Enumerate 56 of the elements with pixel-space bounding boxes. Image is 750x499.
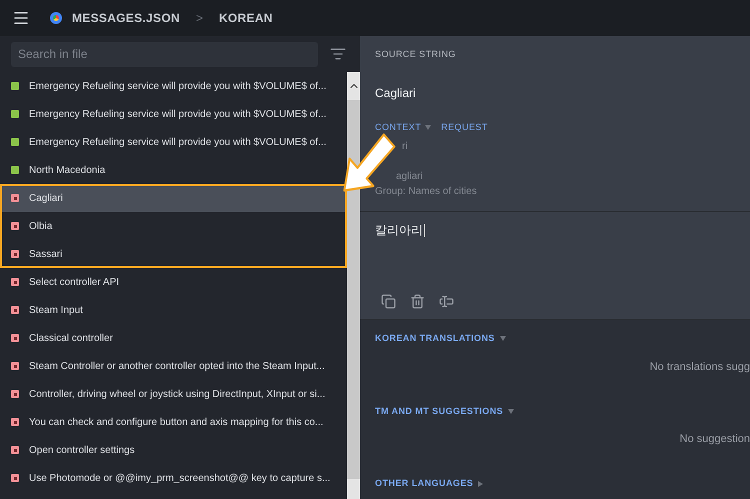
string-row[interactable]: Emergency Refueling service will provide you with $VOLUME$ of... — [0, 128, 347, 156]
menu-icon[interactable] — [12, 9, 30, 27]
section-heading: SOURCE STRING — [375, 48, 457, 61]
string-row[interactable]: Emergency Refueling service will provide you with $VOLUME$ of... — [0, 72, 347, 100]
breadcrumb-separator: > — [196, 10, 203, 27]
string-row[interactable]: North Macedonia — [0, 156, 347, 184]
section-toggle[interactable]: KOREAN TRANSLATIONS — [375, 332, 506, 346]
string-row[interactable]: You can check and configure button and axis mapping for this co... — [0, 408, 347, 436]
string-row[interactable]: Classical controller — [0, 324, 347, 352]
search-field[interactable]: Search in file — [11, 42, 318, 66]
string-row[interactable]: Steam Input — [0, 296, 347, 324]
translation-editor[interactable]: 칼리아리 — [360, 212, 750, 320]
string-text: Emergency Refueling service will provide you with $VOLUME$ of... — [29, 80, 326, 94]
string-row[interactable]: Steam Controller or another controller opted into the Steam Input... — [0, 352, 347, 380]
string-text: Select controller API — [29, 276, 120, 290]
string-row[interactable]: Open controller settings — [0, 436, 347, 464]
string-row[interactable]: Select controller API — [0, 268, 347, 296]
app-logo-icon — [50, 12, 62, 24]
string-text: Classical controller — [29, 332, 113, 346]
text-cursor-button[interactable] — [439, 294, 454, 309]
text-cursor — [424, 224, 425, 236]
string-text: Sassari — [29, 248, 62, 262]
string-text: Use Photomode or @@imy_prm_screenshot@@ key to capture s... — [29, 472, 330, 486]
string-row[interactable]: Controller, driving wheel or joystick using DirectInput, XInput or si... — [0, 380, 347, 408]
source-text: Cagliari — [375, 84, 417, 102]
string-text: Open controller settings — [29, 444, 135, 458]
string-text: Steam Input — [29, 304, 83, 318]
section-toggle[interactable]: TM AND MT SUGGESTIONS — [375, 404, 514, 418]
copy-source-button[interactable] — [381, 294, 396, 309]
string-row[interactable]: Emergency Refueling service will provide you with $VOLUME$ of... — [0, 100, 347, 128]
string-row[interactable]: Sassari — [0, 240, 347, 268]
string-text: Emergency Refueling service will provide you with $VOLUME$ of... — [29, 136, 326, 150]
breadcrumb-file[interactable]: MESSAGES.JSON — [72, 9, 180, 27]
string-text: North Macedonia — [29, 164, 106, 178]
scrollbar[interactable] — [347, 72, 360, 499]
context-text: ri — [402, 141, 408, 152]
filter-icon[interactable] — [330, 46, 346, 62]
context-text: Group: Names of cities — [375, 185, 478, 199]
string-text: Olbia — [29, 220, 52, 234]
section-toggle[interactable]: OTHER LANGUAGES — [375, 477, 484, 490]
string-text: Steam Controller or another controller opted into the Steam Input... — [29, 360, 325, 374]
empty-message: No suggestion — [680, 432, 750, 448]
string-row[interactable]: Cagliari — [0, 184, 347, 212]
string-row[interactable]: Use Photomode or @@imy_prm_screenshot@@ key to capture s... — [0, 464, 347, 492]
string-row[interactable]: Olbia — [0, 212, 347, 240]
string-text: Cagliari — [29, 192, 63, 206]
string-text: You can check and configure button and axis mapping for this co... — [29, 416, 324, 430]
translation-text: 칼리아리 — [375, 222, 423, 239]
string-text: Controller, driving wheel or joystick using DirectInput, XInput or si... — [29, 388, 326, 402]
context-text: agliari — [395, 170, 424, 184]
string-text: Emergency Refueling service will provide you with $VOLUME$ of... — [29, 108, 326, 122]
delete-button[interactable] — [410, 294, 425, 309]
empty-message: No translations sugg — [650, 360, 750, 375]
breadcrumb-language[interactable]: KOREAN — [218, 9, 273, 27]
request-tab[interactable]: REQUEST — [441, 120, 488, 134]
dropdown-icon — [425, 124, 432, 130]
